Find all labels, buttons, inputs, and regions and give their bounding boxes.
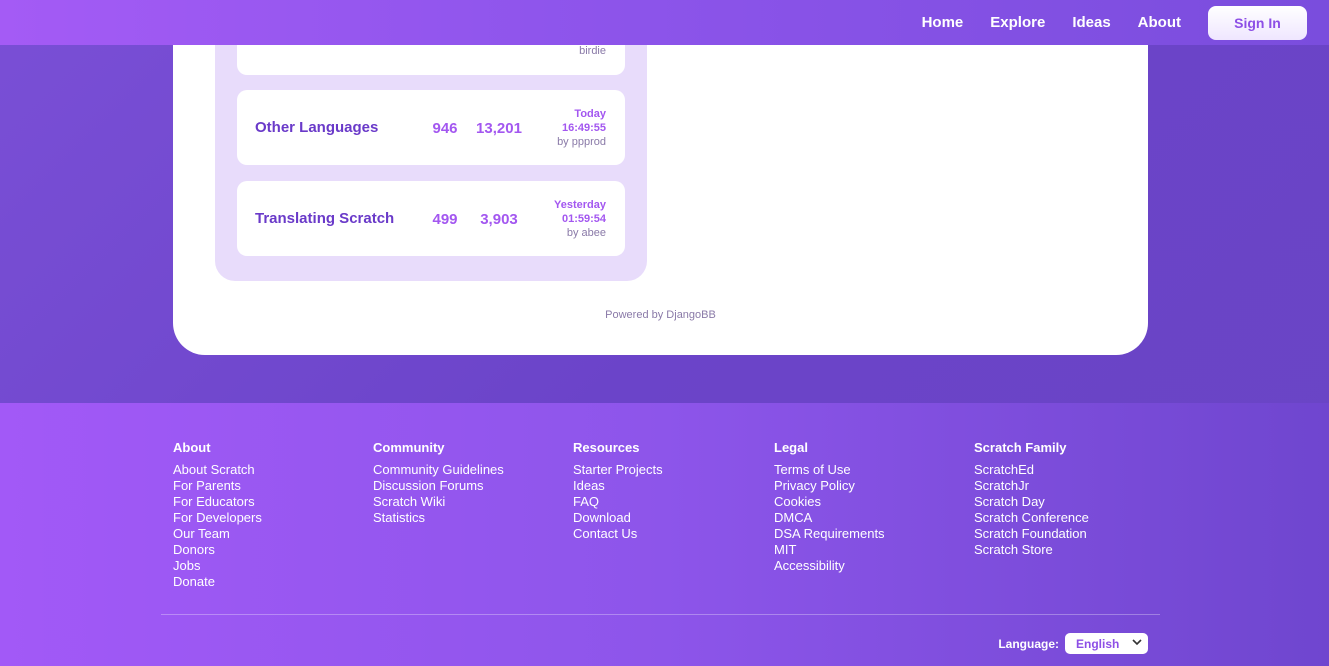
footer-link[interactable]: Terms of Use — [774, 462, 964, 478]
forum-row-topic-count: 499 — [432, 211, 458, 228]
forum-row-last-post-day[interactable]: Today — [557, 107, 606, 121]
footer-heading: About — [173, 440, 211, 455]
footer-heading: Resources — [573, 440, 640, 455]
language-select-value: English — [1076, 636, 1120, 651]
forum-main-card: birdie Other Languages 946 13,201 Today … — [173, 0, 1148, 355]
footer-column-legal: Legal Terms of Use Privacy Policy Cookie… — [774, 440, 964, 574]
forum-row-post-count: 3,903 — [480, 211, 518, 228]
forum-row-post-count: 13,201 — [476, 120, 522, 137]
forum-row-last-post-time[interactable]: 01:59:54 — [554, 212, 606, 226]
footer-column-about: About About Scratch For Parents For Educ… — [173, 440, 363, 590]
nav-home[interactable]: Home — [922, 14, 964, 31]
forum-row-last-post[interactable]: Yesterday 01:59:54 by abee — [554, 198, 606, 240]
footer-link[interactable]: Contact Us — [573, 526, 763, 542]
sign-in-button[interactable]: Sign In — [1208, 5, 1307, 40]
footer-link[interactable]: Statistics — [373, 510, 563, 526]
footer-link[interactable]: For Educators — [173, 494, 363, 510]
forum-row-last-post-day[interactable]: Yesterday — [554, 198, 606, 212]
footer-link[interactable]: Cookies — [774, 494, 964, 510]
footer-link[interactable]: Discussion Forums — [373, 478, 563, 494]
forum-row-last-post-author: by abee — [566, 227, 606, 239]
footer-link[interactable]: For Developers — [173, 510, 363, 526]
footer-link[interactable]: Donate — [173, 574, 363, 590]
footer-link[interactable]: Scratch Wiki — [373, 494, 563, 510]
footer-link[interactable]: For Parents — [173, 478, 363, 494]
footer-divider — [161, 614, 1160, 615]
footer-link[interactable]: Donors — [173, 542, 363, 558]
site-footer: About About Scratch For Parents For Educ… — [0, 403, 1329, 666]
language-select[interactable]: English — [1065, 633, 1148, 654]
forum-row-last-post-time[interactable]: 16:49:55 — [557, 121, 606, 135]
forum-row-last-post[interactable]: Today 16:49:55 by ppprod — [557, 107, 606, 149]
footer-link[interactable]: Scratch Conference — [974, 510, 1164, 526]
footer-link[interactable]: MIT — [774, 542, 964, 558]
footer-column-community: Community Community Guidelines Discussio… — [373, 440, 563, 526]
footer-column-resources: Resources Starter Projects Ideas FAQ Dow… — [573, 440, 763, 542]
language-label: Language: — [998, 636, 1059, 651]
footer-link[interactable]: FAQ — [573, 494, 763, 510]
footer-link[interactable]: Jobs — [173, 558, 363, 574]
language-picker: Language: English — [998, 633, 1148, 654]
powered-by-text[interactable]: Powered by DjangoBB — [173, 309, 1148, 321]
nav-explore[interactable]: Explore — [990, 14, 1045, 31]
footer-link[interactable]: ScratchEd — [974, 462, 1164, 478]
footer-link[interactable]: Download — [573, 510, 763, 526]
footer-link[interactable]: Accessibility — [774, 558, 964, 574]
nav-ideas[interactable]: Ideas — [1072, 14, 1110, 31]
footer-link[interactable]: Privacy Policy — [774, 478, 964, 494]
footer-link[interactable]: DSA Requirements — [774, 526, 964, 542]
chevron-down-icon — [1132, 639, 1142, 646]
footer-heading: Community — [373, 440, 445, 455]
footer-link[interactable]: Scratch Foundation — [974, 526, 1164, 542]
footer-heading: Scratch Family — [974, 440, 1067, 455]
nav-links: Home Explore Ideas About Sign In — [922, 0, 1329, 45]
footer-link[interactable]: Community Guidelines — [373, 462, 563, 478]
footer-link[interactable]: Scratch Store — [974, 542, 1164, 558]
footer-link[interactable]: Scratch Day — [974, 494, 1164, 510]
forum-row-title[interactable]: Other Languages — [255, 119, 378, 136]
top-navigation-bar: Home Explore Ideas About Sign In — [0, 0, 1329, 45]
footer-link[interactable]: ScratchJr — [974, 478, 1164, 494]
forum-row-topic-count: 946 — [432, 120, 458, 137]
footer-column-scratch-family: Scratch Family ScratchEd ScratchJr Scrat… — [974, 440, 1164, 558]
forum-row-last-post-author[interactable]: birdie — [579, 44, 606, 58]
footer-link[interactable]: Starter Projects — [573, 462, 763, 478]
forum-row-last-post-author: by ppprod — [557, 136, 606, 148]
footer-link[interactable]: Ideas — [573, 478, 763, 494]
forum-row-other-languages[interactable]: Other Languages 946 13,201 Today 16:49:5… — [237, 90, 625, 165]
nav-about[interactable]: About — [1138, 14, 1181, 31]
forum-row-translating-scratch[interactable]: Translating Scratch 499 3,903 Yesterday … — [237, 181, 625, 256]
footer-link[interactable]: DMCA — [774, 510, 964, 526]
forum-row-title[interactable]: Translating Scratch — [255, 210, 394, 227]
footer-heading: Legal — [774, 440, 808, 455]
footer-link[interactable]: Our Team — [173, 526, 363, 542]
footer-link[interactable]: About Scratch — [173, 462, 363, 478]
